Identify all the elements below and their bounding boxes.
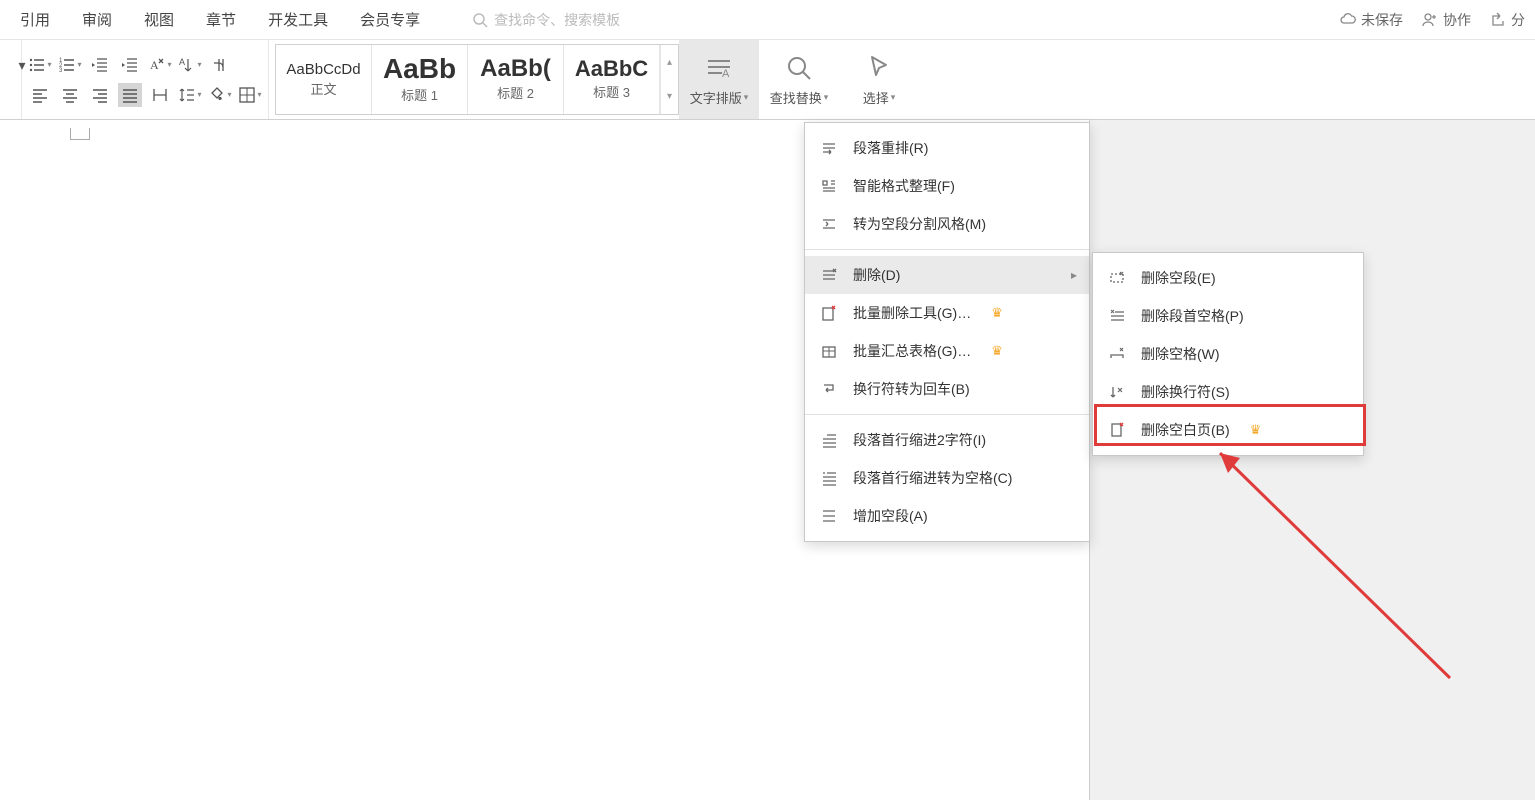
person-plus-icon (1421, 11, 1439, 29)
document-area (0, 120, 1535, 800)
top-right-cluster: 未保存 协作 分 (1339, 10, 1525, 30)
typeset-dropdown: 段落重排(R) 智能格式整理(F) 转为空段分割风格(M) 删除(D) ▸ 批量… (804, 122, 1090, 542)
del-empty-icon (1107, 269, 1127, 287)
svg-text:A: A (179, 57, 185, 67)
del-blankpage-icon (1107, 421, 1127, 439)
menu-devtools[interactable]: 开发工具 (268, 9, 328, 30)
ribbon-toolbar: ▾ 123 A A (0, 40, 1535, 120)
menu-smart-format[interactable]: 智能格式整理(F) (805, 167, 1089, 205)
menu-empty-para-style[interactable]: 转为空段分割风格(M) (805, 205, 1089, 243)
select-button[interactable]: 选择▾ (839, 40, 919, 119)
indent-icon (819, 431, 839, 449)
style-heading2[interactable]: AaBb( 标题 2 (468, 45, 564, 114)
style-heading3[interactable]: AaBbC 标题 3 (564, 45, 660, 114)
return-icon (819, 380, 839, 398)
style-heading1[interactable]: AaBb 标题 1 (372, 45, 468, 114)
reflow-icon (819, 139, 839, 157)
pilcrow-button[interactable] (208, 53, 232, 77)
menu-review[interactable]: 审阅 (82, 9, 112, 30)
batch-table-icon (819, 342, 839, 360)
find-replace-button[interactable]: 查找替换▾ (759, 40, 839, 119)
increase-indent-button[interactable] (118, 53, 142, 77)
line-spacing-button[interactable] (178, 83, 202, 107)
menu-delete-newline[interactable]: 删除换行符(S) (1093, 373, 1363, 411)
menu-separator (805, 414, 1089, 415)
menu-add-empty-para[interactable]: 增加空段(A) (805, 497, 1089, 535)
borders-button[interactable] (238, 83, 262, 107)
svg-text:3: 3 (59, 68, 63, 74)
command-search[interactable]: 查找命令、搜索模板 (472, 10, 620, 30)
del-leading-icon (1107, 307, 1127, 325)
crown-icon: ♛ (991, 305, 1003, 321)
shading-button[interactable] (208, 83, 232, 107)
caret-down-icon: ▾ (824, 92, 829, 103)
menu-batch-delete[interactable]: 批量删除工具(G)… ♛ (805, 294, 1089, 332)
menu-delete[interactable]: 删除(D) ▸ (805, 256, 1089, 294)
caret-down-icon: ▾ (891, 92, 896, 103)
menu-delete-leading-space[interactable]: 删除段首空格(P) (1093, 297, 1363, 335)
svg-text:A: A (722, 68, 730, 80)
menu-paragraph-reflow[interactable]: 段落重排(R) (805, 129, 1089, 167)
sort-button[interactable]: A (178, 53, 202, 77)
menu-vip[interactable]: 会员专享 (360, 9, 420, 30)
menubar: 引用 审阅 视图 章节 开发工具 会员专享 查找命令、搜索模板 未保存 协作 分 (0, 0, 1535, 40)
menu-indent-to-space[interactable]: 段落首行缩进转为空格(C) (805, 459, 1089, 497)
delete-icon (819, 266, 839, 284)
clear-format-button[interactable]: A (148, 53, 172, 77)
menu-sections[interactable]: 章节 (206, 9, 236, 30)
add-para-icon (819, 507, 839, 525)
style-gallery: AaBbCcDd 正文 AaBb 标题 1 AaBb( 标题 2 AaBbC 标… (275, 44, 679, 115)
menu-view[interactable]: 视图 (144, 9, 174, 30)
batch-delete-icon (819, 304, 839, 322)
menu-delete-space[interactable]: 删除空格(W) (1093, 335, 1363, 373)
search-placeholder: 查找命令、搜索模板 (494, 10, 620, 30)
crown-icon: ♛ (1250, 422, 1262, 438)
submenu-arrow-icon: ▸ (1071, 268, 1077, 282)
cursor-icon (863, 52, 895, 84)
indent-space-icon (819, 469, 839, 487)
decrease-indent-button[interactable] (88, 53, 112, 77)
align-left-button[interactable] (28, 83, 52, 107)
ribbon-group-paragraph: 123 A A (22, 40, 269, 119)
smart-format-icon (819, 177, 839, 195)
menu-newline-to-return[interactable]: 换行符转为回车(B) (805, 370, 1089, 408)
menu-separator (805, 249, 1089, 250)
menu-indent-2char[interactable]: 段落首行缩进2字符(I) (805, 421, 1089, 459)
chevron-up-icon: ▴ (667, 57, 672, 68)
style-normal[interactable]: AaBbCcDd 正文 (276, 45, 372, 114)
numbered-list-button[interactable]: 123 (58, 53, 82, 77)
caret-down-icon: ▾ (744, 92, 749, 103)
bullet-list-button[interactable] (28, 53, 52, 77)
split-icon (819, 215, 839, 233)
distribute-button[interactable] (148, 83, 172, 107)
menu-references[interactable]: 引用 (20, 9, 50, 30)
style-gallery-expand[interactable]: ▴ ▾ (660, 45, 678, 114)
svg-text:A: A (150, 58, 159, 72)
align-justify-button[interactable] (118, 83, 142, 107)
ribbon-group-separator: ▾ (4, 40, 22, 119)
unsaved-indicator[interactable]: 未保存 (1339, 10, 1403, 30)
share-icon (1489, 11, 1507, 29)
align-right-button[interactable] (88, 83, 112, 107)
ruler-indent-marker[interactable] (70, 128, 90, 140)
delete-submenu: 删除空段(E) 删除段首空格(P) 删除空格(W) 删除换行符(S) 删除空白页… (1092, 252, 1364, 456)
magnifier-icon (783, 52, 815, 84)
menu-delete-blank-page[interactable]: 删除空白页(B) ♛ (1093, 411, 1363, 449)
share-button[interactable]: 分 (1489, 10, 1525, 30)
text-typeset-button[interactable]: A 文字排版▾ (679, 40, 759, 119)
collaborate-button[interactable]: 协作 (1421, 10, 1471, 30)
align-center-button[interactable] (58, 83, 82, 107)
menu-delete-empty-para[interactable]: 删除空段(E) (1093, 259, 1363, 297)
typeset-icon: A (703, 52, 735, 84)
chevron-down-icon: ▾ (667, 91, 672, 102)
del-newline-icon (1107, 383, 1127, 401)
cloud-icon (1339, 11, 1357, 29)
crown-icon: ♛ (991, 343, 1003, 359)
search-icon (472, 12, 488, 28)
del-space-icon (1107, 345, 1127, 363)
menu-batch-summarize[interactable]: 批量汇总表格(G)… ♛ (805, 332, 1089, 370)
